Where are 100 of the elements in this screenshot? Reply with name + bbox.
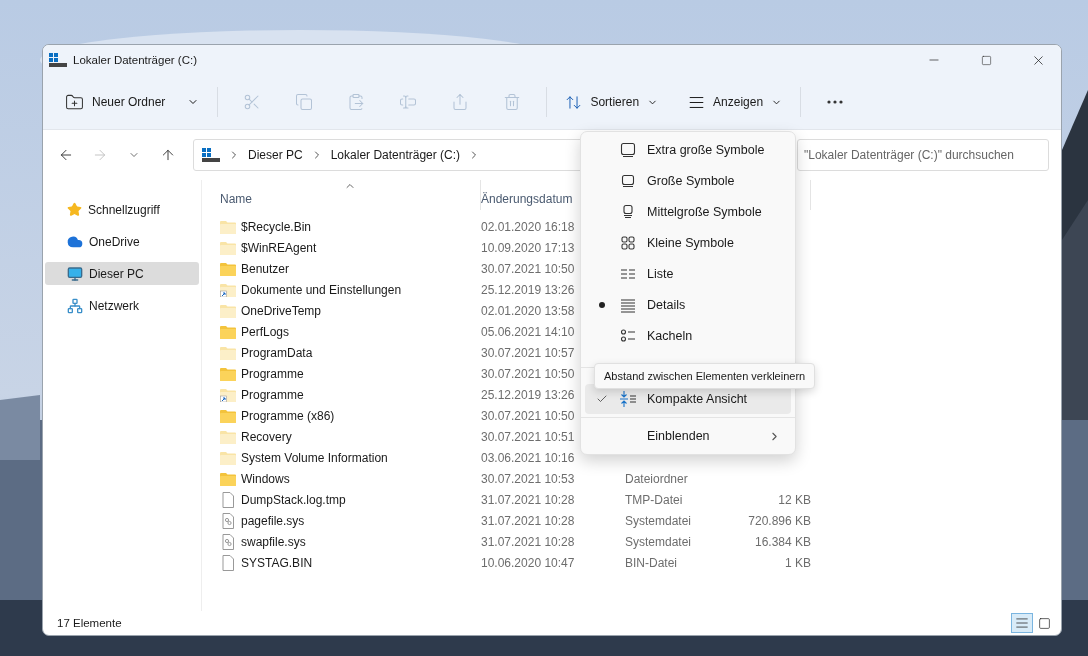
file-name[interactable]: OneDriveTemp: [241, 303, 322, 318]
paste-icon: [347, 93, 366, 111]
menu-item[interactable]: Liste: [585, 259, 791, 289]
column-header[interactable]: Name: [220, 192, 252, 206]
date-cell: 25.12.2019 13:26: [481, 387, 575, 402]
new-folder-button[interactable]: Neuer Ordner: [57, 85, 208, 119]
item-count: 17 Elemente: [57, 617, 123, 629]
network-icon: [67, 297, 83, 314]
details-icon: [619, 296, 637, 314]
menu-item[interactable]: Einblenden: [585, 421, 791, 451]
type-cell: TMP-Datei: [625, 492, 683, 507]
file-name[interactable]: pagefile.sys: [241, 513, 305, 528]
date-cell: 31.07.2021 10:28: [481, 492, 575, 507]
menu-item[interactable]: Kacheln: [585, 321, 791, 351]
file-name[interactable]: swapfile.sys: [241, 534, 306, 549]
monitor-icon: [67, 265, 83, 282]
large-icons-icon: [1037, 616, 1051, 630]
file-name[interactable]: $Recycle.Bin: [241, 219, 312, 234]
maximize-icon: [980, 54, 992, 66]
date-cell: 10.06.2020 10:47: [481, 555, 575, 570]
file-name[interactable]: Programme (x86): [241, 408, 335, 423]
menu-item[interactable]: Kleine Symbole: [585, 228, 791, 258]
date-cell: 30.07.2021 10:50: [481, 366, 575, 381]
folder-icon: [220, 450, 236, 465]
type-cell: Dateiordner: [625, 471, 688, 486]
tiles-icon: [619, 327, 637, 345]
sidebar-item[interactable]: Schnellzugriff: [45, 198, 199, 221]
size-cell: 16.384 KB: [754, 534, 811, 549]
details-view-button[interactable]: [1011, 613, 1033, 633]
sidebar-item[interactable]: Dieser PC: [45, 262, 199, 285]
folder-icon: [220, 429, 236, 444]
file-icon: [220, 554, 236, 571]
date-cell: 30.07.2021 10:50: [481, 261, 575, 276]
file-name[interactable]: PerfLogs: [241, 324, 290, 339]
folder-icon: [220, 324, 236, 339]
file-name[interactable]: Recovery: [241, 429, 292, 444]
date-cell: 30.07.2021 10:50: [481, 408, 575, 423]
size-cell: 12 KB: [778, 492, 811, 507]
view-button[interactable]: Anzeigen: [680, 85, 791, 119]
date-cell: 05.06.2021 14:10: [481, 324, 575, 339]
type-cell: Systemdatei: [625, 534, 692, 549]
sidebar-item[interactable]: OneDrive: [45, 230, 199, 253]
details-icon: [1015, 616, 1029, 630]
folder-icon: [220, 261, 236, 276]
date-cell: 03.06.2021 10:16: [481, 450, 575, 465]
share-icon: [451, 93, 470, 111]
menu-item[interactable]: Mittelgroße Symbole: [585, 197, 791, 227]
folder-icon: [220, 303, 236, 318]
sidebar-item[interactable]: Netzwerk: [45, 294, 199, 317]
back-arrow-icon: [58, 147, 74, 163]
size-cell: 1 KB: [785, 555, 811, 570]
menu-item[interactable]: Details: [585, 290, 791, 320]
breadcrumb-item[interactable]: Dieser PC: [248, 148, 303, 162]
check-icon: [596, 393, 608, 405]
more-icon: [827, 100, 844, 104]
type-cell: BIN-Datei: [625, 555, 677, 570]
selected-dot-icon: [599, 302, 605, 308]
file-name[interactable]: System Volume Information: [241, 450, 388, 465]
folder-icon: [220, 219, 236, 234]
breadcrumb-item[interactable]: Lokaler Datenträger (C:): [330, 148, 461, 162]
type-cell: Systemdatei: [625, 513, 692, 528]
file-icon: [220, 491, 236, 508]
folder-icon: [220, 366, 236, 381]
file-name[interactable]: DumpStack.log.tmp: [241, 492, 346, 507]
star-icon: [67, 202, 82, 217]
date-cell: 25.12.2019 13:26: [481, 282, 575, 297]
date-cell: 30.07.2021 10:57: [481, 345, 575, 360]
folder-shortcut-icon: [220, 387, 236, 402]
file-name[interactable]: Dokumente und Einstellungen: [241, 282, 402, 297]
drive-icon: [49, 53, 67, 67]
date-cell: 02.01.2020 16:18: [481, 219, 575, 234]
forward-arrow-icon: [92, 147, 108, 163]
column-header[interactable]: Änderungsdatum: [481, 192, 573, 206]
file-name[interactable]: Benutzer: [241, 261, 290, 276]
folder-icon: [220, 471, 236, 486]
tooltip: Abstand zwischen Elementen verkleinern: [594, 363, 816, 389]
system-file-icon: [220, 512, 236, 529]
new-folder-icon: [65, 92, 84, 112]
folder-icon: [220, 408, 236, 423]
search-field[interactable]: "Lokaler Datenträger (C:)" durchsuchen: [797, 139, 1049, 171]
file-name[interactable]: Programme: [241, 387, 304, 402]
file-name[interactable]: SYSTAG.BIN: [241, 555, 313, 570]
date-cell: 31.07.2021 10:28: [481, 534, 575, 549]
frame-icon: [619, 172, 637, 190]
date-cell: 02.01.2020 13:58: [481, 303, 575, 318]
file-name[interactable]: $WinREAgent: [241, 240, 317, 255]
file-name[interactable]: Programme: [241, 366, 304, 381]
window-title: Lokaler Datenträger (C:): [73, 54, 198, 66]
file-name[interactable]: Windows: [241, 471, 290, 486]
folder-icon: [220, 345, 236, 360]
size-cell: 720.896 KB: [748, 513, 811, 528]
sort-button[interactable]: Sortieren: [557, 85, 667, 119]
file-name[interactable]: ProgramData: [241, 345, 313, 360]
date-cell: 30.07.2021 10:51: [481, 429, 575, 444]
folder-icon: [220, 240, 236, 255]
date-cell: 10.09.2020 17:13: [481, 240, 575, 255]
copy-icon: [295, 93, 314, 111]
grid-icon: [619, 234, 637, 252]
compact-icon: [619, 390, 637, 408]
rename-icon: [399, 93, 418, 111]
